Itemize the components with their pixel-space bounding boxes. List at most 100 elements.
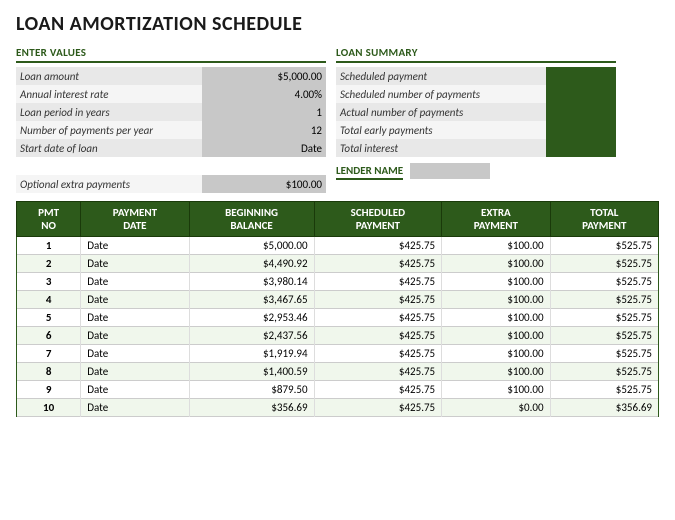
summary-row: Total early payments — [336, 121, 616, 139]
beginning-balance: $1,400.59 — [189, 363, 314, 381]
summary-row: Scheduled number of payments — [336, 85, 616, 103]
payment-date: Date — [81, 345, 189, 363]
lender-section: LENDER NAME — [336, 163, 616, 180]
pmt-no: 6 — [17, 327, 81, 345]
extra-payment: $100.00 — [442, 291, 550, 309]
scheduled-payment: $425.75 — [314, 273, 442, 291]
pmt-no: 10 — [17, 399, 81, 417]
beginning-balance: $5,000.00 — [189, 237, 314, 255]
summary-row: Scheduled payment — [336, 67, 616, 85]
table-row: 2 Date $4,490.92 $425.75 $100.00 $525.75 — [17, 255, 659, 273]
pmt-no: 7 — [17, 345, 81, 363]
field-label: Loan amount — [16, 67, 202, 85]
total-payment: $356.69 — [550, 399, 658, 417]
enter-values-row: Start date of loan Date — [16, 139, 326, 157]
table-row: 9 Date $879.50 $425.75 $100.00 $525.75 — [17, 381, 659, 399]
beginning-balance: $1,919.94 — [189, 345, 314, 363]
summary-row: Actual number of payments — [336, 103, 616, 121]
scheduled-payment: $425.75 — [314, 345, 442, 363]
summary-row: Total interest — [336, 139, 616, 157]
payment-date: Date — [81, 399, 189, 417]
pmt-no: 4 — [17, 291, 81, 309]
table-row: 6 Date $2,437.56 $425.75 $100.00 $525.75 — [17, 327, 659, 345]
loan-summary-table: Scheduled payment Scheduled number of pa… — [336, 67, 616, 157]
page-title: LOAN AMORTIZATION SCHEDULE — [16, 12, 659, 36]
extra-payment: $100.00 — [442, 237, 550, 255]
payment-date: Date — [81, 255, 189, 273]
pmt-no: 3 — [17, 273, 81, 291]
extra-payment: $100.00 — [442, 273, 550, 291]
enter-values-row: Number of payments per year 12 — [16, 121, 326, 139]
total-payment: $525.75 — [550, 345, 658, 363]
pmt-no: 1 — [17, 237, 81, 255]
column-header: BEGINNING BALANCE — [189, 202, 314, 237]
loan-summary-panel: LOAN SUMMARY Scheduled payment Scheduled… — [336, 46, 616, 193]
column-header: PAYMENT DATE — [81, 202, 189, 237]
table-row: 8 Date $1,400.59 $425.75 $100.00 $525.75 — [17, 363, 659, 381]
column-header: TOTAL PAYMENT — [550, 202, 658, 237]
total-payment: $525.75 — [550, 327, 658, 345]
payment-date: Date — [81, 363, 189, 381]
field-value[interactable]: $5,000.00 — [202, 67, 326, 85]
lender-value-box[interactable] — [410, 163, 490, 179]
summary-label: Scheduled payment — [336, 67, 546, 85]
field-label: Start date of loan — [16, 139, 202, 157]
enter-values-panel: ENTER VALUES Loan amount $5,000.00Annual… — [16, 46, 326, 193]
scheduled-payment: $425.75 — [314, 399, 442, 417]
extra-payments-row: Optional extra payments $100.00 — [16, 175, 326, 193]
enter-values-row: Loan amount $5,000.00 — [16, 67, 326, 85]
lender-label: LENDER NAME — [336, 164, 403, 180]
payment-date: Date — [81, 381, 189, 399]
pmt-no: 8 — [17, 363, 81, 381]
field-label: Number of payments per year — [16, 121, 202, 139]
extra-value[interactable]: $100.00 — [202, 175, 326, 193]
extra-payment: $0.00 — [442, 399, 550, 417]
field-value[interactable]: 1 — [202, 103, 326, 121]
pmt-no: 5 — [17, 309, 81, 327]
scheduled-payment: $425.75 — [314, 255, 442, 273]
pmt-no: 9 — [17, 381, 81, 399]
table-row: 7 Date $1,919.94 $425.75 $100.00 $525.75 — [17, 345, 659, 363]
summary-label: Scheduled number of payments — [336, 85, 546, 103]
total-payment: $525.75 — [550, 381, 658, 399]
loan-summary-title: LOAN SUMMARY — [336, 46, 616, 63]
payment-date: Date — [81, 291, 189, 309]
field-label: Annual interest rate — [16, 85, 202, 103]
table-header-row: PMT NOPAYMENT DATEBEGINNING BALANCESCHED… — [17, 202, 659, 237]
scheduled-payment: $425.75 — [314, 381, 442, 399]
field-value[interactable]: Date — [202, 139, 326, 157]
payment-date: Date — [81, 327, 189, 345]
total-payment: $525.75 — [550, 363, 658, 381]
payment-date: Date — [81, 273, 189, 291]
enter-values-row: Loan period in years 1 — [16, 103, 326, 121]
table-row: 3 Date $3,980.14 $425.75 $100.00 $525.75 — [17, 273, 659, 291]
extra-payment: $100.00 — [442, 363, 550, 381]
payment-date: Date — [81, 309, 189, 327]
beginning-balance: $879.50 — [189, 381, 314, 399]
top-section: ENTER VALUES Loan amount $5,000.00Annual… — [16, 46, 659, 193]
extra-label: Optional extra payments — [16, 175, 202, 193]
beginning-balance: $3,980.14 — [189, 273, 314, 291]
beginning-balance: $2,953.46 — [189, 309, 314, 327]
summary-value — [546, 103, 616, 121]
extra-payment: $100.00 — [442, 327, 550, 345]
table-row: 5 Date $2,953.46 $425.75 $100.00 $525.75 — [17, 309, 659, 327]
summary-label: Actual number of payments — [336, 103, 546, 121]
page-container: LOAN AMORTIZATION SCHEDULE ENTER VALUES … — [0, 0, 675, 429]
table-row: 4 Date $3,467.65 $425.75 $100.00 $525.75 — [17, 291, 659, 309]
field-value[interactable]: 4.00% — [202, 85, 326, 103]
summary-value — [546, 67, 616, 85]
summary-label: Total interest — [336, 139, 546, 157]
enter-values-title: ENTER VALUES — [16, 46, 326, 63]
extra-payment: $100.00 — [442, 381, 550, 399]
beginning-balance: $356.69 — [189, 399, 314, 417]
extra-payment: $100.00 — [442, 255, 550, 273]
beginning-balance: $4,490.92 — [189, 255, 314, 273]
field-value[interactable]: 12 — [202, 121, 326, 139]
payment-date: Date — [81, 237, 189, 255]
extra-payment: $100.00 — [442, 345, 550, 363]
table-row: 1 Date $5,000.00 $425.75 $100.00 $525.75 — [17, 237, 659, 255]
field-label: Loan period in years — [16, 103, 202, 121]
total-payment: $525.75 — [550, 255, 658, 273]
total-payment: $525.75 — [550, 237, 658, 255]
